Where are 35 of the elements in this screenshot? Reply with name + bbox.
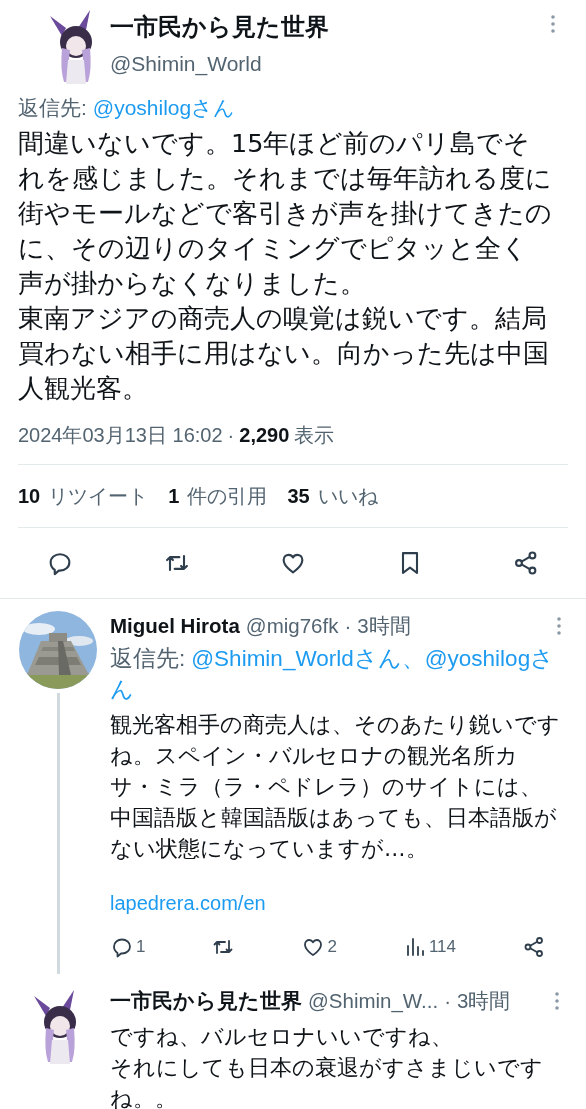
view-count: 2,290 xyxy=(239,422,290,448)
tweet-text: 東南アジアの商売人の嗅覚は鋭いです。結局買わない相手に用はない。向かった先は中国人観光客。 xyxy=(18,301,550,405)
timestamp: 2024年03月13日 16:02 xyxy=(18,422,223,448)
more-options-icon[interactable] xyxy=(550,14,556,34)
share-button[interactable] xyxy=(522,935,546,959)
reply-button[interactable]: 1 xyxy=(110,934,146,960)
separator-dot: · xyxy=(444,987,451,1014)
author-name: 一市民から見た世界 xyxy=(110,987,302,1014)
stat-count: 35 xyxy=(287,483,310,509)
like-button[interactable]: 2 xyxy=(301,934,337,960)
separator-dot: · xyxy=(227,422,235,448)
author-handle: @mig76fk xyxy=(245,612,339,639)
more-options-icon[interactable] xyxy=(554,991,560,1012)
stat-count: 1 xyxy=(168,483,180,509)
post-time: 3時間 xyxy=(357,612,411,639)
views-label: 表示 xyxy=(294,422,335,448)
reply-to-label: 返信先: xyxy=(18,95,87,121)
reply-to-text: 返信先: @Shimin_Worldさん、@yoshilogさん xyxy=(110,645,556,705)
reply-text: ですね、バルセロナいいですね、 xyxy=(110,1022,454,1051)
views-button[interactable]: 114 xyxy=(402,934,456,960)
reply-text: 観光客相手の商売人は、そのあたり鋭いですね。スペイン・バルセロナの観光名所カサ・ミラ（ラ・ペドレラ）のサイトには、中国語版と韓国語版はあっても、日本語版がない状態になっていますが…。 xyxy=(110,711,561,864)
author-name: Miguel Hirota xyxy=(110,612,240,639)
separator-dot: · xyxy=(344,612,352,639)
stat-count: 10 xyxy=(18,483,41,509)
share-icon xyxy=(522,935,546,959)
author-name: 一市民から見た世界 xyxy=(110,12,330,43)
stat-label: リツイート xyxy=(48,483,149,509)
more-options-icon[interactable] xyxy=(556,615,562,636)
stat-label: 件の引用 xyxy=(187,483,268,509)
author-handle: @Shimin_World xyxy=(110,51,263,78)
author-handle: @Shimin_W... xyxy=(308,987,439,1015)
reply-text: それにしても日本の衰退がすさまじいですね。。 xyxy=(110,1053,544,1109)
post-time: 3時間 xyxy=(457,987,511,1014)
stat-label: いいね xyxy=(317,483,378,509)
tweet-text: 間違いないです。15年ほど前のパリ島でそれを感じました。それまでは毎年訪れる度に街やモールなどで客引きが声を掛けてきたのに、その辺りのタイミングでピタッと全く声が掛からなくなりました。 xyxy=(18,126,553,300)
